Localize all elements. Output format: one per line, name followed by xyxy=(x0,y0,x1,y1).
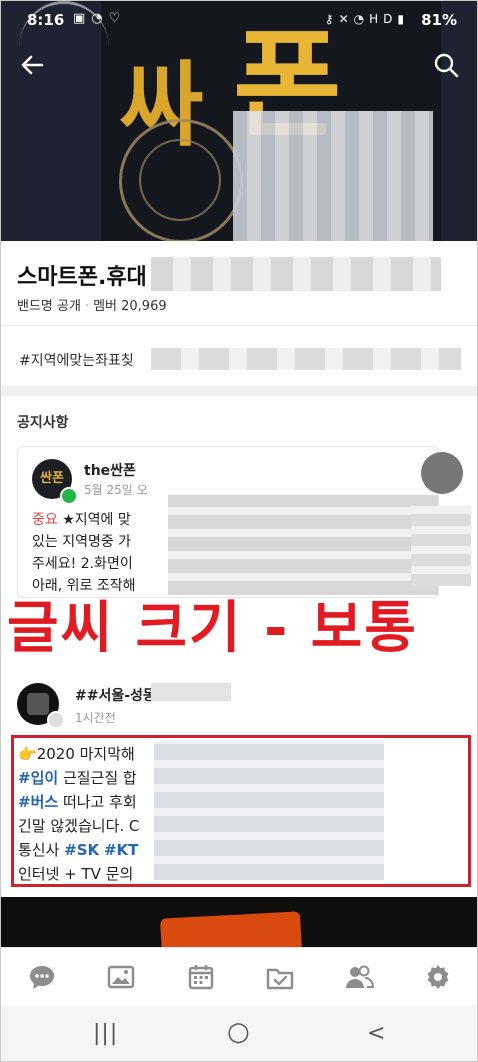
notice-author: the싼폰 xyxy=(84,463,136,479)
post-blurred-area xyxy=(154,742,384,880)
status-left-icons: ▣◔♡ xyxy=(73,11,126,26)
author-blurred-area xyxy=(151,683,231,701)
search-button[interactable] xyxy=(429,51,463,85)
cover-seal-inner xyxy=(139,139,221,221)
notice-card[interactable]: 싼폰 the싼폰 5월 25일 오 중요 ★지역에 맞 있는 지역명중 가 주세… xyxy=(17,446,439,598)
post-line-1: 2020 마지막해 xyxy=(36,745,135,763)
status-time: 8:16 xyxy=(27,11,65,29)
checklist-icon[interactable] xyxy=(265,962,295,992)
calendar-icon[interactable] xyxy=(186,962,216,992)
post-image[interactable] xyxy=(1,897,477,947)
signal-icon: ▮ xyxy=(397,12,409,26)
post-content: 👉2020 마지막해 #입이 근질근질 합 #버스 떠나고 후회 긴말 않겠습니… xyxy=(18,742,139,886)
avatar-inner-image xyxy=(27,693,49,715)
section-gap xyxy=(1,386,477,396)
image-icon: ▣ xyxy=(73,11,92,26)
member-count[interactable]: 멤버 20,969 xyxy=(93,299,167,314)
system-navigation-bar: ||| ○ < xyxy=(1,1005,477,1061)
wifi-icon: ◔ xyxy=(353,12,370,26)
hashtag-link[interactable]: #KT xyxy=(104,841,138,859)
settings-icon[interactable] xyxy=(423,962,453,992)
second-notice-avatar[interactable] xyxy=(421,452,463,494)
post-line-5: 통신사 xyxy=(18,841,60,859)
search-icon xyxy=(434,53,459,78)
tag-blurred-area xyxy=(151,348,461,370)
post-line-6: 인터넷 + TV 문의 xyxy=(18,865,134,883)
band-hashtag[interactable]: #지역에맞는좌표칮 xyxy=(19,350,134,370)
key-icon: ⚷ xyxy=(324,12,339,26)
band-meta: 밴드명 공개 · 멤버 20,969 xyxy=(17,295,167,314)
battery-level: 81% xyxy=(421,11,457,29)
post-author[interactable]: ##서울-성동 xyxy=(75,685,156,705)
recents-button[interactable]: ||| xyxy=(93,1021,118,1046)
leader-badge-icon xyxy=(60,487,78,505)
chat-icon[interactable] xyxy=(27,962,57,992)
notice-line-1: ★지역에 맞 xyxy=(62,512,131,528)
notice-date: 5월 25일 오 xyxy=(84,483,148,497)
band-info: 스마트폰.휴대 밴드명 공개 · 멤버 20,969 xyxy=(1,241,477,325)
notice-title: 공지사항 xyxy=(17,415,69,431)
post-line-3: 떠나고 후회 xyxy=(62,793,137,811)
status-right-icons: ⚷✕◔HD▮ xyxy=(325,12,409,26)
band-type: 밴드명 공개 xyxy=(17,299,81,314)
photo-icon[interactable] xyxy=(106,962,136,992)
post-line-4: 긴말 않겠습니다. C xyxy=(18,817,140,835)
title-blurred-area xyxy=(151,257,441,291)
back-button[interactable] xyxy=(15,51,49,85)
hashtag-link[interactable]: #SK xyxy=(64,841,99,859)
hashtag-link[interactable]: #입이 xyxy=(18,769,58,787)
arrow-left-icon xyxy=(21,55,44,75)
hashtag-link[interactable]: #버스 xyxy=(18,793,58,811)
hashtag-row: #지역에맞는좌표칮 xyxy=(1,326,477,386)
bottom-navigation xyxy=(1,947,477,1006)
members-icon[interactable] xyxy=(344,962,375,992)
home-button[interactable]: ○ xyxy=(227,1017,250,1047)
pointing-hand-icon: 👉 xyxy=(18,745,37,763)
cover-blurred-area xyxy=(233,111,433,241)
member-badge-icon xyxy=(47,711,65,729)
band-title: 스마트폰.휴대 xyxy=(17,265,147,290)
post-item[interactable]: ##서울-성동 1시간전 👉2020 마지막해 #입이 근질근질 합 #버스 떠… xyxy=(1,669,477,897)
notice-blurred-area xyxy=(168,495,438,595)
meta-separator: · xyxy=(84,299,90,314)
post-line-2: 근질근질 합 xyxy=(62,769,137,787)
wifi-icon: ◔ xyxy=(91,11,109,26)
system-back-button[interactable]: < xyxy=(367,1021,385,1046)
post-time: 1시간전 xyxy=(75,711,116,725)
hd-voice-icon: HD xyxy=(369,12,398,26)
app-screen: 싸 폰 8:16 ▣◔♡ ⚷✕◔HD▮ 81% 스마트폰.휴대 밴드명 공개 · 멤… xyxy=(0,0,478,1062)
second-notice-blurred-area xyxy=(411,506,471,586)
status-bar: 8:16 ▣◔♡ ⚷✕◔HD▮ 81% xyxy=(1,1,477,41)
mute-icon: ✕ xyxy=(338,12,354,26)
image-object xyxy=(160,911,302,947)
shield-icon: ♡ xyxy=(108,11,127,26)
font-size-caption: 글씨 크기 - 보통 xyxy=(7,596,418,661)
notice-label: 중요 xyxy=(32,512,58,528)
post-content-highlight: 👉2020 마지막해 #입이 근질근질 합 #버스 떠나고 후회 긴말 않겠습니… xyxy=(11,735,471,887)
